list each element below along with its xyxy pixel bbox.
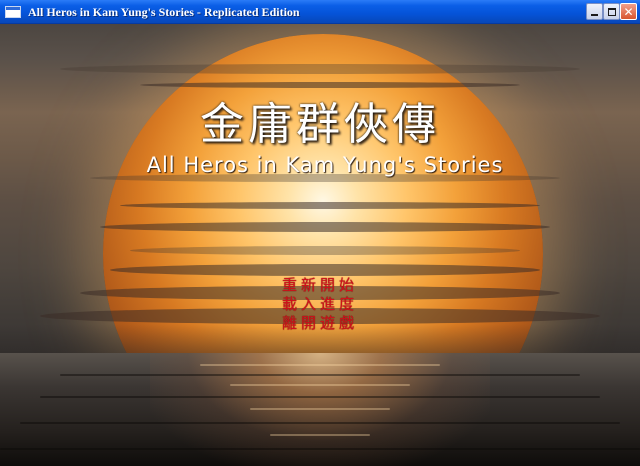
- close-icon: ✕: [623, 4, 634, 19]
- menu-item-load-game[interactable]: 載入進度: [282, 295, 358, 314]
- cloud-streak: [60, 64, 580, 74]
- minimize-icon: [591, 14, 598, 16]
- app-window-icon[interactable]: [5, 6, 21, 18]
- wave-shadow: [0, 448, 640, 450]
- wave-highlight: [230, 384, 410, 386]
- menu-item-exit-game[interactable]: 離開遊戲: [282, 314, 358, 333]
- game-title-english: All Heros in Kam Yung's Stories: [146, 153, 504, 177]
- sunset-background: 金庸群俠傳 All Heros in Kam Yung's Stories 重新…: [0, 24, 640, 466]
- wave-highlight: [270, 434, 370, 436]
- cloud-streak: [110, 264, 540, 276]
- game-window: All Heros in Kam Yung's Stories - Replic…: [0, 0, 640, 466]
- game-title-chinese: 金庸群俠傳: [200, 99, 440, 150]
- cloud-streak: [120, 202, 540, 209]
- cloud-streak: [140, 82, 520, 88]
- wave-shadow: [40, 396, 600, 398]
- cloud-streak: [130, 246, 520, 255]
- close-button[interactable]: ✕: [620, 3, 637, 20]
- main-menu: 重新開始 載入進度 離開遊戲: [0, 276, 640, 333]
- menu-item-new-game[interactable]: 重新開始: [282, 276, 358, 295]
- wave-highlight: [200, 364, 440, 366]
- minimize-button[interactable]: [586, 3, 603, 20]
- wave-shadow: [60, 374, 580, 376]
- maximize-icon: [607, 7, 616, 16]
- window-title: All Heros in Kam Yung's Stories - Replic…: [28, 5, 300, 19]
- maximize-button[interactable]: [603, 3, 620, 20]
- title-bar[interactable]: All Heros in Kam Yung's Stories - Replic…: [0, 0, 640, 24]
- cloud-streak: [100, 222, 550, 232]
- wave-shadow: [20, 422, 620, 424]
- wave-highlight: [250, 408, 390, 410]
